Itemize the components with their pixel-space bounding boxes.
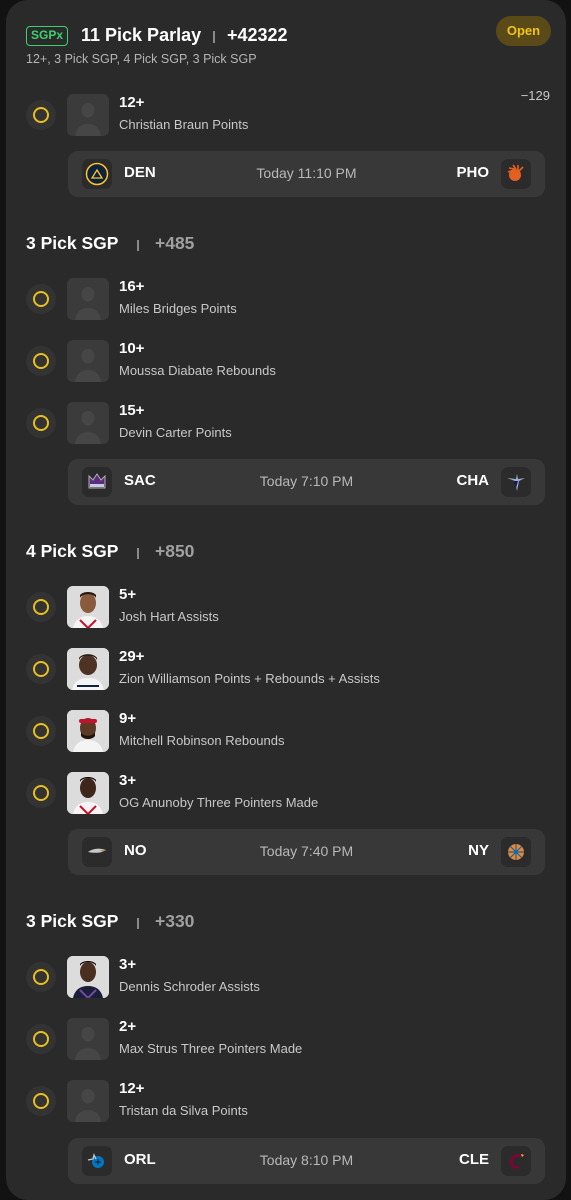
pick-name: Moussa Diabate Rebounds — [119, 363, 276, 378]
player-avatar — [67, 94, 109, 136]
pick-line: 9+ — [119, 710, 137, 727]
away-team: PHO — [456, 164, 489, 181]
pick-line: 12+ — [119, 1080, 145, 1097]
player-photo — [67, 710, 109, 752]
radio-button[interactable] — [26, 100, 56, 130]
game-matchup[interactable]: ORL Today 8:10 PM CLE — [68, 1138, 545, 1184]
section-odds: +485 — [155, 233, 195, 253]
parlay-odds: +42322 — [227, 25, 288, 45]
pick-name: Mitchell Robinson Rebounds — [119, 733, 285, 748]
pick-row[interactable]: 3+ OG Anunoby Three Pointers Made — [26, 772, 546, 816]
pick-row[interactable]: 10+ Moussa Diabate Rebounds — [26, 340, 546, 384]
game-matchup[interactable]: NO Today 7:40 PM NY — [68, 829, 545, 875]
radio-button[interactable] — [26, 284, 56, 314]
game-matchup[interactable]: DEN Today 11:10 PM PHO — [68, 151, 545, 197]
pick-row[interactable]: 15+ Devin Carter Points — [26, 402, 546, 446]
pick-row[interactable]: 29+ Zion Williamson Points + Rebounds + … — [26, 648, 546, 692]
player-photo — [67, 956, 109, 998]
pick-row[interactable]: 16+ Miles Bridges Points — [26, 278, 546, 322]
cavaliers-logo-icon — [501, 1146, 531, 1176]
game-matchup[interactable]: SAC Today 7:10 PM CHA — [68, 459, 545, 505]
radio-button[interactable] — [26, 592, 56, 622]
parlay-subtitle: 12+, 3 Pick SGP, 4 Pick SGP, 3 Pick SGP — [26, 52, 257, 66]
away-team: CLE — [459, 1151, 489, 1168]
pick-name: Josh Hart Assists — [119, 609, 219, 624]
pick-name: Devin Carter Points — [119, 425, 232, 440]
radio-button[interactable] — [26, 1024, 56, 1054]
pick-line: 5+ — [119, 586, 137, 603]
radio-button[interactable] — [26, 346, 56, 376]
player-photo — [67, 772, 109, 814]
section-title: 3 Pick SGP — [26, 911, 119, 931]
pick-name: Christian Braun Points — [119, 117, 249, 132]
parlay-title: 11 Pick Parlay — [81, 25, 202, 45]
pick-row[interactable]: 12+ Tristan da Silva Points — [26, 1080, 546, 1124]
away-team: NY — [468, 842, 489, 859]
pick-name: Miles Bridges Points — [119, 301, 237, 316]
pick-name: Tristan da Silva Points — [119, 1103, 248, 1118]
radio-button[interactable] — [26, 716, 56, 746]
knicks-logo-icon — [501, 837, 531, 867]
pick-row[interactable]: 2+ Max Strus Three Pointers Made — [26, 1018, 546, 1062]
pick-line: 12+ — [119, 94, 145, 111]
pick-line: 29+ — [119, 648, 145, 665]
pick-line: 3+ — [119, 956, 137, 973]
pick-line: 10+ — [119, 340, 145, 357]
section-odds: +330 — [155, 911, 195, 931]
player-avatar — [67, 402, 109, 444]
pick-line: 15+ — [119, 402, 145, 419]
sgpx-badge: SGPx — [26, 26, 69, 46]
pick-name: Zion Williamson Points + Rebounds + Assi… — [119, 671, 380, 686]
pick-name: OG Anunoby Three Pointers Made — [119, 795, 319, 810]
suns-logo-icon — [501, 159, 531, 189]
header-divider — [213, 31, 215, 43]
player-avatar — [67, 1080, 109, 1122]
player-photo — [67, 648, 109, 690]
parlay-header: SGPx 11 Pick Parlay +42322 12+, 3 Pick S… — [26, 16, 551, 70]
status-badge[interactable]: Open — [496, 16, 551, 46]
pick-row[interactable]: 9+ Mitchell Robinson Rebounds — [26, 710, 546, 754]
radio-button[interactable] — [26, 778, 56, 808]
section-title: 4 Pick SGP — [26, 541, 119, 561]
player-avatar — [67, 1018, 109, 1060]
pick-row[interactable]: 5+ Josh Hart Assists — [26, 586, 546, 630]
radio-button[interactable] — [26, 654, 56, 684]
section-divider — [137, 548, 139, 559]
radio-button[interactable] — [26, 1086, 56, 1116]
pick-row[interactable]: 3+ Dennis Schroder Assists — [26, 956, 546, 1000]
pick-line: 2+ — [119, 1018, 137, 1035]
radio-button[interactable] — [26, 408, 56, 438]
player-photo — [67, 586, 109, 628]
pick-line: 3+ — [119, 772, 137, 789]
radio-button[interactable] — [26, 962, 56, 992]
away-team: CHA — [456, 472, 490, 489]
section-divider — [137, 918, 139, 929]
pick-name: Max Strus Three Pointers Made — [119, 1041, 303, 1056]
parlay-card[interactable]: SGPx 11 Pick Parlay +42322 12+, 3 Pick S… — [6, 0, 566, 1200]
section-divider — [137, 240, 139, 251]
section-title: 3 Pick SGP — [26, 233, 119, 253]
section-odds: +850 — [155, 541, 195, 561]
player-avatar — [67, 340, 109, 382]
pick-odds: −129 — [520, 88, 550, 103]
player-avatar — [67, 278, 109, 320]
pick-row[interactable]: 12+ Christian Braun Points −129 — [26, 88, 550, 138]
pick-name: Dennis Schroder Assists — [119, 979, 260, 994]
hornets-logo-icon — [501, 467, 531, 497]
pick-line: 16+ — [119, 278, 145, 295]
